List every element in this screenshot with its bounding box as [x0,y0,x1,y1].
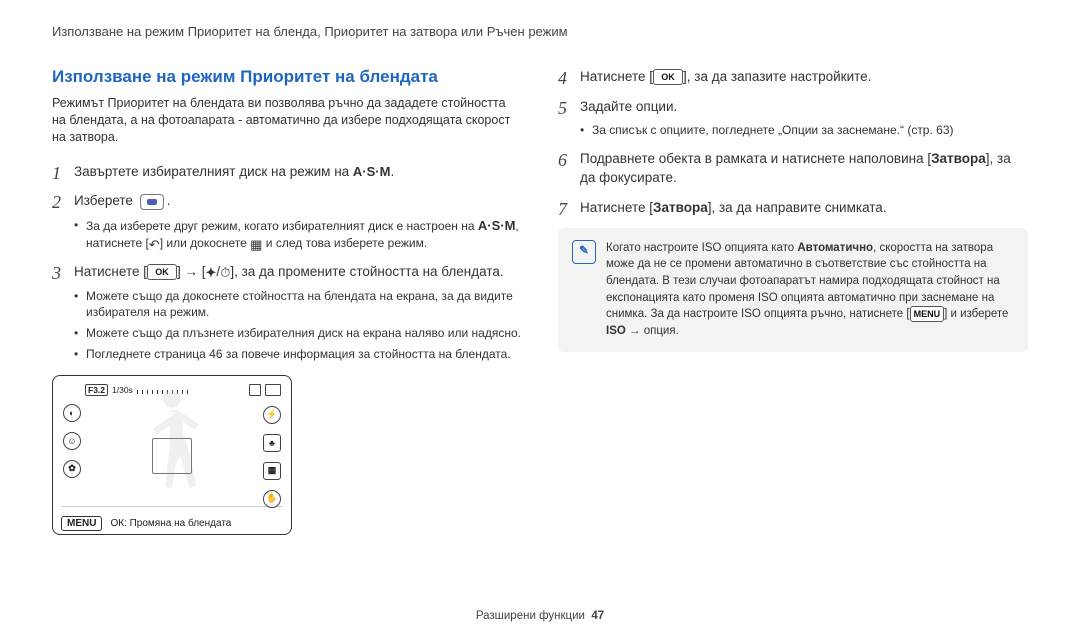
step-1: Завъртете избирателният диск на режим на… [52,162,522,182]
step-1-end: . [390,164,394,179]
lcd-shutter: 1/30s [112,385,133,395]
step2-sub1-d: и след това изберете режим. [262,236,427,250]
footer-page: 47 [591,610,604,622]
step-1-text: Завъртете избирателният диск на режим на [74,164,353,179]
steps-left: Завъртете избирателният диск на режим на… [52,162,522,363]
left-column: Използване на режим Приоритет на блендат… [52,67,522,535]
step-3-sub1: Можете също да докоснете стойността на б… [74,288,522,322]
lcd-right-ind-3: ▦ [263,462,281,480]
lcd-left-ind-1: ◐ [63,404,81,422]
right-column: Натиснете [OK], за да запазите настройки… [558,67,1028,535]
step4-b: ], за да запазите настройките. [683,69,871,84]
section-title: Използване на режим Приоритет на блендат… [52,67,522,87]
info-note-body: Когато настроите ISO опцията като Автома… [606,240,1014,340]
lcd-menu-chip: MENU [61,516,102,531]
lcd-preview: F3.2 1/30s ◐ ☺ ✿ [52,375,292,535]
step-3: Натиснете [OK] → [✦/⏱], за да промените … [52,262,522,363]
step6-a: Подравнете обекта в рамката и натиснете … [580,151,931,166]
lcd-battery-icon [265,384,281,396]
lcd-aperture: F3.2 [85,384,108,396]
step4-a: Натиснете [ [580,69,653,84]
lcd-right-ind-1: ⚡ [263,406,281,424]
step-3-sub2: Можете също да плъзнете избирателния дис… [74,325,522,342]
lcd-indicator-1 [249,384,261,396]
note-iso: ISO [606,325,626,337]
step3-a: Натиснете [ [74,264,147,279]
lcd-bottom-bar: MENU ОК: Промяна на блендата [61,507,283,537]
lcd-right-ind-2: ♣ [263,434,281,452]
lcd-left-ind-3: ✿ [63,460,81,478]
lcd-right-ind-4: ✋ [263,490,281,508]
step2-sub1-c: ] или докоснете [160,236,250,250]
step7-a: Натиснете [ [580,200,653,215]
note-auto: Автоматично [797,242,873,254]
page-footer: Разширени функции 47 [0,610,1080,622]
lcd-left-ind-2: ☺ [63,432,81,450]
mode-thumb-icon [140,194,164,210]
step3-d: ], за да промените стойността на блендат… [230,264,503,279]
step-4: Натиснете [OK], за да запазите настройки… [558,67,1028,87]
step3-b: ] → [ [177,264,206,279]
step-2: Изберете . За да изберете друг режим, ко… [52,191,522,252]
note-d: → опция. [626,325,679,337]
step-2-sub1: За да изберете друг режим, когато избира… [74,217,522,252]
footer-section: Разширени функции [476,610,585,622]
steps-right: Натиснете [OK], за да запазите настройки… [558,67,1028,218]
step-5: Задайте опции. За списък с опциите, погл… [558,97,1028,139]
timer-icon: ⏱ [220,266,230,279]
breadcrumb: Използване на режим Приоритет на бленда,… [52,24,1028,39]
step-3-sub3: Погледнете страница 46 за повече информа… [74,346,522,363]
menu-icon: MENU [910,306,945,322]
step7-b: ], за да направите снимката. [708,200,887,215]
step-5-sub1: За списък с опциите, погледнете „Опции з… [580,122,1028,139]
step-7: Натиснете [Затвора], за да направите сни… [558,198,1028,218]
ok-icon: OK [147,264,177,280]
note-a: Когато настроите ISO опцията като [606,242,797,254]
mode-grid-icon: ▦ [250,238,262,251]
step7-bold: Затвора [653,200,708,215]
info-note: ✎ Когато настроите ISO опцията като Авто… [558,228,1028,352]
ok-icon: OK [653,69,683,85]
intro-text: Режимът Приоритет на блендата ви позволя… [52,95,522,146]
step2-sub1-a: За да изберете друг режим, когато избира… [86,219,478,233]
note-c: ] и изберете [944,308,1008,320]
step5-text: Задайте опции. [580,99,677,114]
flash-icon: ✦ [206,266,217,279]
step-6: Подравнете обекта в рамката и натиснете … [558,149,1028,188]
dial-mode-icon: A·S·M [478,217,516,235]
info-icon: ✎ [572,240,596,264]
lcd-bottom-label: ОК: Промяна на блендата [110,518,231,529]
dial-mode-icon: A·S·M [353,163,391,182]
return-icon: ↶ [149,238,160,251]
step6-bold: Затвора [931,151,986,166]
step-2-text: Изберете [74,193,137,208]
lcd-focus-frame [152,438,192,474]
